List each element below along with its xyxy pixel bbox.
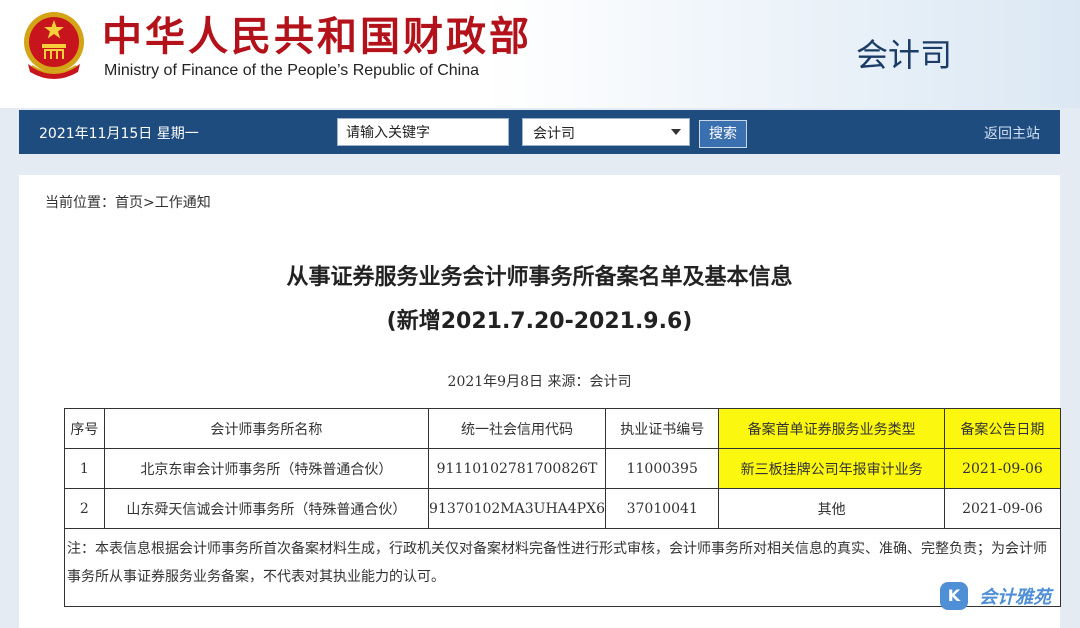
scope-select[interactable]: 会计司 [522, 118, 690, 146]
cell-business-type: 其他 [718, 488, 945, 529]
cell-credit-code: 91370102MA3UHA4PX6 [428, 488, 606, 529]
header-cell-license-no: 执业证书编号 [604, 408, 720, 449]
article-meta: 2021年9月8日 来源：会计司 [447, 374, 632, 390]
watermark-logo: K 会计雅苑 [940, 582, 1051, 612]
article-subtitle: (新增2021.7.20-2021.9.6) [386, 309, 693, 334]
table-header-row: 序号 会计师事务所名称 统一社会信用代码 执业证书编号 备案首单证券服务业务类型… [64, 408, 1062, 449]
cell-credit-code: 91110102781700826T [428, 448, 606, 489]
watermark-text: 会计雅苑 [979, 587, 1052, 608]
header-cell-date: 备案公告日期 [943, 408, 1062, 449]
scope-select-value: 会计司 [533, 126, 575, 142]
chevron-down-icon [671, 129, 681, 135]
cell-date: 2021-09-06 [943, 488, 1062, 529]
table-note-row: 注：本表信息根据会计师事务所首次备案材料生成，行政机关仅对备案材料完备性进行形式… [64, 528, 1061, 607]
watermark-badge-icon: K [940, 582, 968, 610]
header-cell-credit-code: 统一社会信用代码 [428, 408, 606, 449]
table-note: 注：本表信息根据会计师事务所首次备案材料生成，行政机关仅对备案材料完备性进行形式… [64, 528, 1061, 607]
article-title: 从事证券服务业务会计师事务所备案名单及基本信息 [286, 265, 793, 290]
search-input[interactable] [337, 118, 509, 146]
cell-index: 1 [64, 448, 105, 489]
return-home-link[interactable]: 返回主站 [984, 123, 1040, 143]
records-table: 序号 会计师事务所名称 统一社会信用代码 执业证书编号 备案首单证券服务业务类型… [64, 408, 1062, 607]
content-panel: 当前位置：首页>工作通知 从事证券服务业务会计师事务所备案名单及基本信息 (新增… [19, 175, 1062, 628]
cell-firm-name: 山东舜天信诚会计师事务所（特殊普通合伙） [103, 488, 430, 529]
cell-index: 2 [64, 488, 105, 529]
current-date: 2021年11月15日 星期一 [39, 126, 199, 142]
breadcrumb: 当前位置：首页>工作通知 [45, 195, 211, 211]
top-nav-bar: 2021年11月15日 星期一 会计司 搜索 返回主站 [19, 110, 1060, 154]
cell-business-type: 新三板挂牌公司年报审计业务 [718, 448, 945, 489]
cell-firm-name: 北京东审会计师事务所（特殊普通合伙） [103, 448, 430, 489]
header-cell-business-type: 备案首单证券服务业务类型 [718, 408, 945, 449]
site-title-en: Ministry of Finance of the People’s Repu… [104, 62, 480, 79]
cell-date: 2021-09-06 [943, 448, 1062, 489]
search-button[interactable]: 搜索 [699, 120, 747, 148]
header-cell-firm-name: 会计师事务所名称 [103, 408, 430, 449]
cell-license-no: 37010041 [604, 488, 720, 529]
site-header: 中华人民共和国财政部 Ministry of Finance of the Pe… [0, 0, 1080, 108]
site-title-cn: 中华人民共和国财政部 [102, 14, 532, 60]
cell-license-no: 11000395 [604, 448, 720, 489]
header-cell-index: 序号 [64, 408, 105, 449]
national-emblem-icon [24, 12, 84, 79]
department-name: 会计司 [856, 36, 953, 74]
table-row: 1 北京东审会计师事务所（特殊普通合伙） 91110102781700826T … [64, 448, 1062, 489]
table-row: 2 山东舜天信诚会计师事务所（特殊普通合伙） 91370102MA3UHA4PX… [64, 488, 1062, 529]
